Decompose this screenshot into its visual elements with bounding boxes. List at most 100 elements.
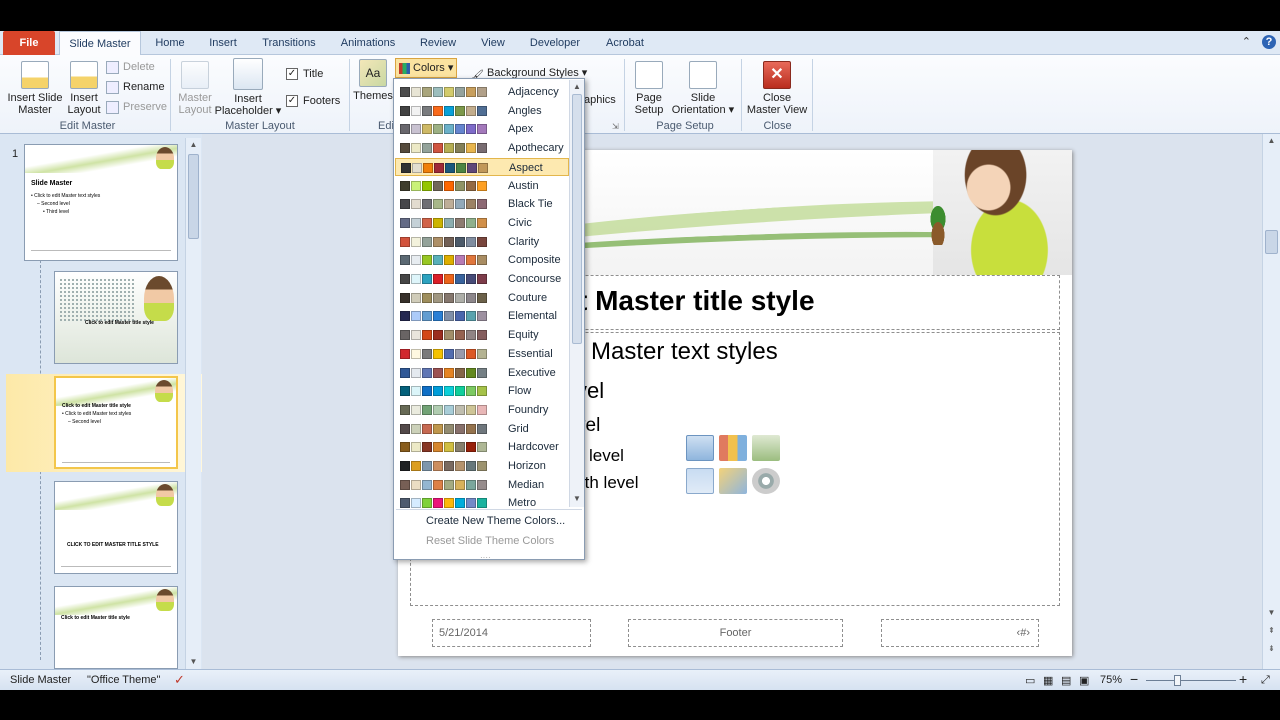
color-swatch <box>400 423 410 434</box>
hide-background-graphics-checkbox[interactable]: aphics <box>584 91 616 109</box>
normal-view-icon[interactable]: ▭ <box>1025 674 1035 687</box>
reading-view-icon[interactable]: ▤ <box>1061 674 1071 687</box>
themes-button[interactable]: Aa Themes <box>352 59 394 102</box>
fit-slide-to-window-icon[interactable]: ⤢ <box>1261 674 1270 687</box>
zoom-out-button[interactable]: − <box>1130 671 1138 687</box>
slide-number-placeholder[interactable]: ‹#› <box>881 619 1039 647</box>
scroll-down-arrow-icon[interactable]: ▼ <box>570 492 584 506</box>
theme-colors-item[interactable]: Horizon <box>395 457 569 476</box>
scroll-down-arrow-icon[interactable]: ▼ <box>186 655 201 669</box>
tab-transitions[interactable]: Transitions <box>255 31 323 55</box>
previous-slide-icon[interactable]: ⇞ <box>1263 624 1280 638</box>
title-checkbox[interactable]: ✓ Title <box>286 65 323 83</box>
theme-colors-item[interactable]: Essential <box>395 345 569 364</box>
master-layout-button[interactable]: Master Layout <box>174 61 216 116</box>
theme-colors-item[interactable]: Median <box>395 476 569 495</box>
tab-slide-master[interactable]: Slide Master <box>59 31 141 56</box>
insert-chart-icon[interactable] <box>719 435 747 461</box>
page-setup-button[interactable]: Page Setup <box>629 61 669 116</box>
theme-colors-item[interactable]: Aspect <box>395 157 569 177</box>
delete-button[interactable]: Delete <box>106 58 155 76</box>
tab-developer[interactable]: Developer <box>523 31 587 55</box>
insert-smartart-icon[interactable] <box>752 435 780 461</box>
theme-colors-item[interactable]: Elemental <box>395 307 569 326</box>
tab-animations[interactable]: Animations <box>333 31 403 55</box>
footers-checkbox[interactable]: ✓ Footers <box>286 92 340 110</box>
thumbnail-layout-title[interactable]: Click to edit Master title style <box>54 271 178 364</box>
insert-clip-art-icon[interactable] <box>719 468 747 494</box>
scroll-up-arrow-icon[interactable]: ▲ <box>186 138 201 152</box>
scroll-thumb[interactable] <box>1265 230 1278 254</box>
theme-colors-item[interactable]: Composite <box>395 251 569 270</box>
thumbnail-slide-master[interactable]: Slide Master • Click to edit Master text… <box>24 144 178 261</box>
insert-slide-master-button[interactable]: Insert Slide Master <box>5 61 65 116</box>
thumbnail-layout-two-content[interactable]: Click to edit Master title style <box>54 586 178 669</box>
insert-picture-icon[interactable] <box>686 468 714 494</box>
scroll-down-arrow-icon[interactable]: ▼ <box>1263 606 1280 620</box>
theme-colors-item[interactable]: Couture <box>395 289 569 308</box>
dialog-launcher-icon[interactable]: ⇲ <box>612 122 619 131</box>
resize-grip-icon[interactable]: ···· <box>480 553 491 562</box>
theme-colors-item[interactable]: Black Tie <box>395 195 569 214</box>
zoom-in-button[interactable]: + <box>1239 671 1247 687</box>
footer-placeholder[interactable]: Footer <box>628 619 843 647</box>
thumbnail-layout-content[interactable]: Click to edit Master title style • Click… <box>54 376 178 469</box>
insert-table-icon[interactable] <box>686 435 714 461</box>
slide-sorter-icon[interactable]: ▦ <box>1043 674 1053 687</box>
theme-colors-item[interactable]: Civic <box>395 214 569 233</box>
insert-layout-button[interactable]: Insert Layout <box>64 61 104 116</box>
reset-slide-theme-colors-item[interactable]: Reset Slide Theme Colors <box>426 535 554 547</box>
colors-button[interactable]: Colors ▾ <box>395 58 457 78</box>
thumbnails-scrollbar[interactable]: ▲ ▼ <box>185 138 201 669</box>
slide-orientation-button[interactable]: Slide Orientation ▾ <box>668 61 738 116</box>
zoom-slider-thumb[interactable] <box>1174 675 1181 686</box>
zoom-slider-track[interactable] <box>1146 680 1236 681</box>
theme-colors-item[interactable]: Hardcover <box>395 438 569 457</box>
color-swatch <box>433 236 443 247</box>
slide-show-icon[interactable]: ▣ <box>1079 674 1089 687</box>
minimize-ribbon-icon[interactable]: ⌃ <box>1242 36 1251 48</box>
slide-title-text[interactable]: t Master title style <box>578 285 815 317</box>
theme-colors-item[interactable]: Apothecary <box>395 139 569 158</box>
theme-colors-item[interactable]: Foundry <box>395 401 569 420</box>
theme-colors-item[interactable]: Clarity <box>395 233 569 252</box>
spell-check-icon[interactable]: ✓ <box>174 672 185 688</box>
scroll-thumb[interactable] <box>188 154 199 239</box>
tab-review[interactable]: Review <box>413 31 463 55</box>
theme-colors-item[interactable]: Angles <box>395 102 569 121</box>
scroll-up-arrow-icon[interactable]: ▲ <box>570 80 584 94</box>
theme-colors-item[interactable]: Flow <box>395 382 569 401</box>
help-icon[interactable]: ? <box>1262 35 1276 49</box>
dropdown-scrollbar[interactable]: ▲ ▼ <box>569 80 584 507</box>
scroll-up-arrow-icon[interactable]: ▲ <box>1263 134 1280 148</box>
theme-colors-item[interactable]: Austin <box>395 177 569 196</box>
tab-home[interactable]: Home <box>147 31 193 55</box>
close-master-view-button[interactable]: ✕ Close Master View <box>745 61 809 116</box>
create-new-theme-colors-item[interactable]: Create New Theme Colors... <box>426 515 565 527</box>
date-placeholder[interactable]: 5/21/2014 <box>432 619 591 647</box>
tab-view[interactable]: View <box>473 31 513 55</box>
insert-media-icon[interactable] <box>752 468 780 494</box>
scroll-thumb[interactable] <box>572 94 582 344</box>
theme-colors-item[interactable]: Adjacency <box>395 83 569 102</box>
theme-colors-item[interactable]: Executive <box>395 364 569 383</box>
theme-colors-item[interactable]: Equity <box>395 326 569 345</box>
theme-colors-item[interactable]: Apex <box>395 120 569 139</box>
tab-acrobat[interactable]: Acrobat <box>597 31 653 55</box>
theme-colors-item[interactable]: Grid <box>395 420 569 439</box>
preserve-button[interactable]: Preserve <box>106 98 167 116</box>
zoom-level[interactable]: 75% <box>1100 674 1122 686</box>
rename-button[interactable]: Rename <box>106 78 165 96</box>
thumbnail-layout-section[interactable]: CLICK TO EDIT MASTER TITLE STYLE <box>54 481 178 574</box>
theme-colors-name: Apex <box>508 123 534 136</box>
next-slide-icon[interactable]: ⇟ <box>1263 642 1280 656</box>
tab-file[interactable]: File <box>3 31 55 55</box>
color-swatch <box>477 311 487 322</box>
theme-colors-item[interactable]: Concourse <box>395 270 569 289</box>
theme-colors-item[interactable]: Metro <box>395 494 569 513</box>
color-swatch <box>466 105 476 116</box>
tab-insert[interactable]: Insert <box>201 31 245 55</box>
editing-area-scrollbar[interactable]: ▲ ▼ ⇞ ⇟ <box>1262 134 1280 669</box>
dropdown-separator <box>396 509 582 510</box>
insert-placeholder-button[interactable]: Insert Placeholder ▾ <box>214 58 282 117</box>
